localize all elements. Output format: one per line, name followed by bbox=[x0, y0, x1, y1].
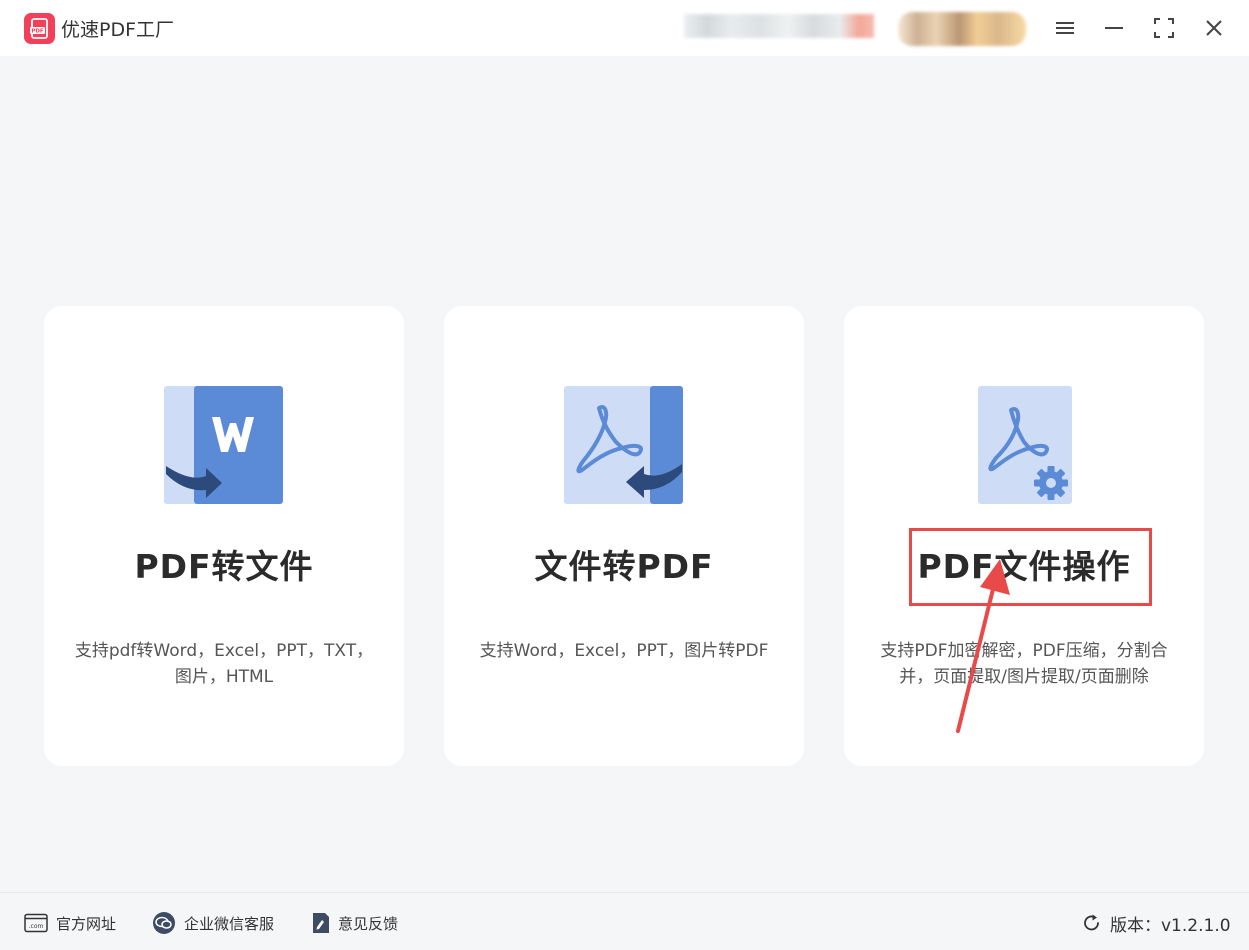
refresh-icon bbox=[1084, 914, 1099, 931]
app-title: 优速PDF工厂 bbox=[61, 19, 175, 41]
blurred-account-info bbox=[684, 14, 874, 38]
maximize-icon[interactable] bbox=[1150, 14, 1178, 42]
wechat-support-link[interactable]: 企业微信客服 bbox=[152, 911, 274, 935]
version-info[interactable]: 版本：v1.2.1.0 bbox=[1082, 911, 1231, 936]
card-title: PDF文件操作 bbox=[917, 547, 1131, 586]
close-icon[interactable] bbox=[1200, 14, 1228, 42]
wechat-support-label: 企业微信客服 bbox=[184, 914, 275, 933]
pdf-settings-icon bbox=[964, 386, 1084, 506]
card-description: 支持pdf转Word，Excel，PPT，TXT，图片，HTML bbox=[74, 641, 374, 687]
card-title: 文件转PDF bbox=[534, 547, 714, 586]
file-to-pdf-icon bbox=[564, 386, 684, 506]
feedback-link[interactable]: 意见反馈 bbox=[312, 911, 398, 935]
svg-text:.com: .com bbox=[29, 923, 44, 930]
blurred-member-badge[interactable] bbox=[898, 12, 1026, 46]
official-website-link[interactable]: .com 官方网址 bbox=[24, 911, 116, 935]
logo-text: PDF bbox=[31, 29, 44, 35]
card-title: PDF转文件 bbox=[134, 547, 314, 586]
pdf-operations-card[interactable]: PDF文件操作 支持PDF加密解密，PDF压缩，分割合并，页面提取/图片提取/页… bbox=[844, 306, 1204, 766]
app-logo-icon: PDF bbox=[24, 13, 55, 44]
footer-bar: .com 官方网址 企业微信客服 意见反馈 版本：v1.2.1.0 bbox=[0, 892, 1249, 950]
minimize-icon[interactable] bbox=[1100, 14, 1128, 42]
card-description: 支持PDF加密解密，PDF压缩，分割合并，页面提取/图片提取/页面删除 bbox=[880, 641, 1168, 687]
feedback-icon bbox=[313, 913, 329, 933]
pdf-to-word-icon bbox=[164, 386, 284, 506]
menu-icon[interactable] bbox=[1051, 14, 1079, 42]
file-to-pdf-card[interactable]: 文件转PDF 支持Word，Excel，PPT，图片转PDF bbox=[444, 306, 804, 766]
wechat-icon bbox=[153, 912, 175, 934]
feedback-label: 意见反馈 bbox=[338, 914, 399, 933]
official-website-label: 官方网址 bbox=[56, 914, 117, 933]
title-bar: PDF 优速PDF工厂 bbox=[0, 0, 1249, 56]
pdf-to-file-card[interactable]: PDF转文件 支持pdf转Word，Excel，PPT，TXT，图片，HTML bbox=[44, 306, 404, 766]
card-description: 支持Word，Excel，PPT，图片转PDF bbox=[479, 641, 769, 661]
version-label: 版本：v1.2.1.0 bbox=[1110, 915, 1231, 936]
website-icon: .com bbox=[24, 913, 48, 933]
